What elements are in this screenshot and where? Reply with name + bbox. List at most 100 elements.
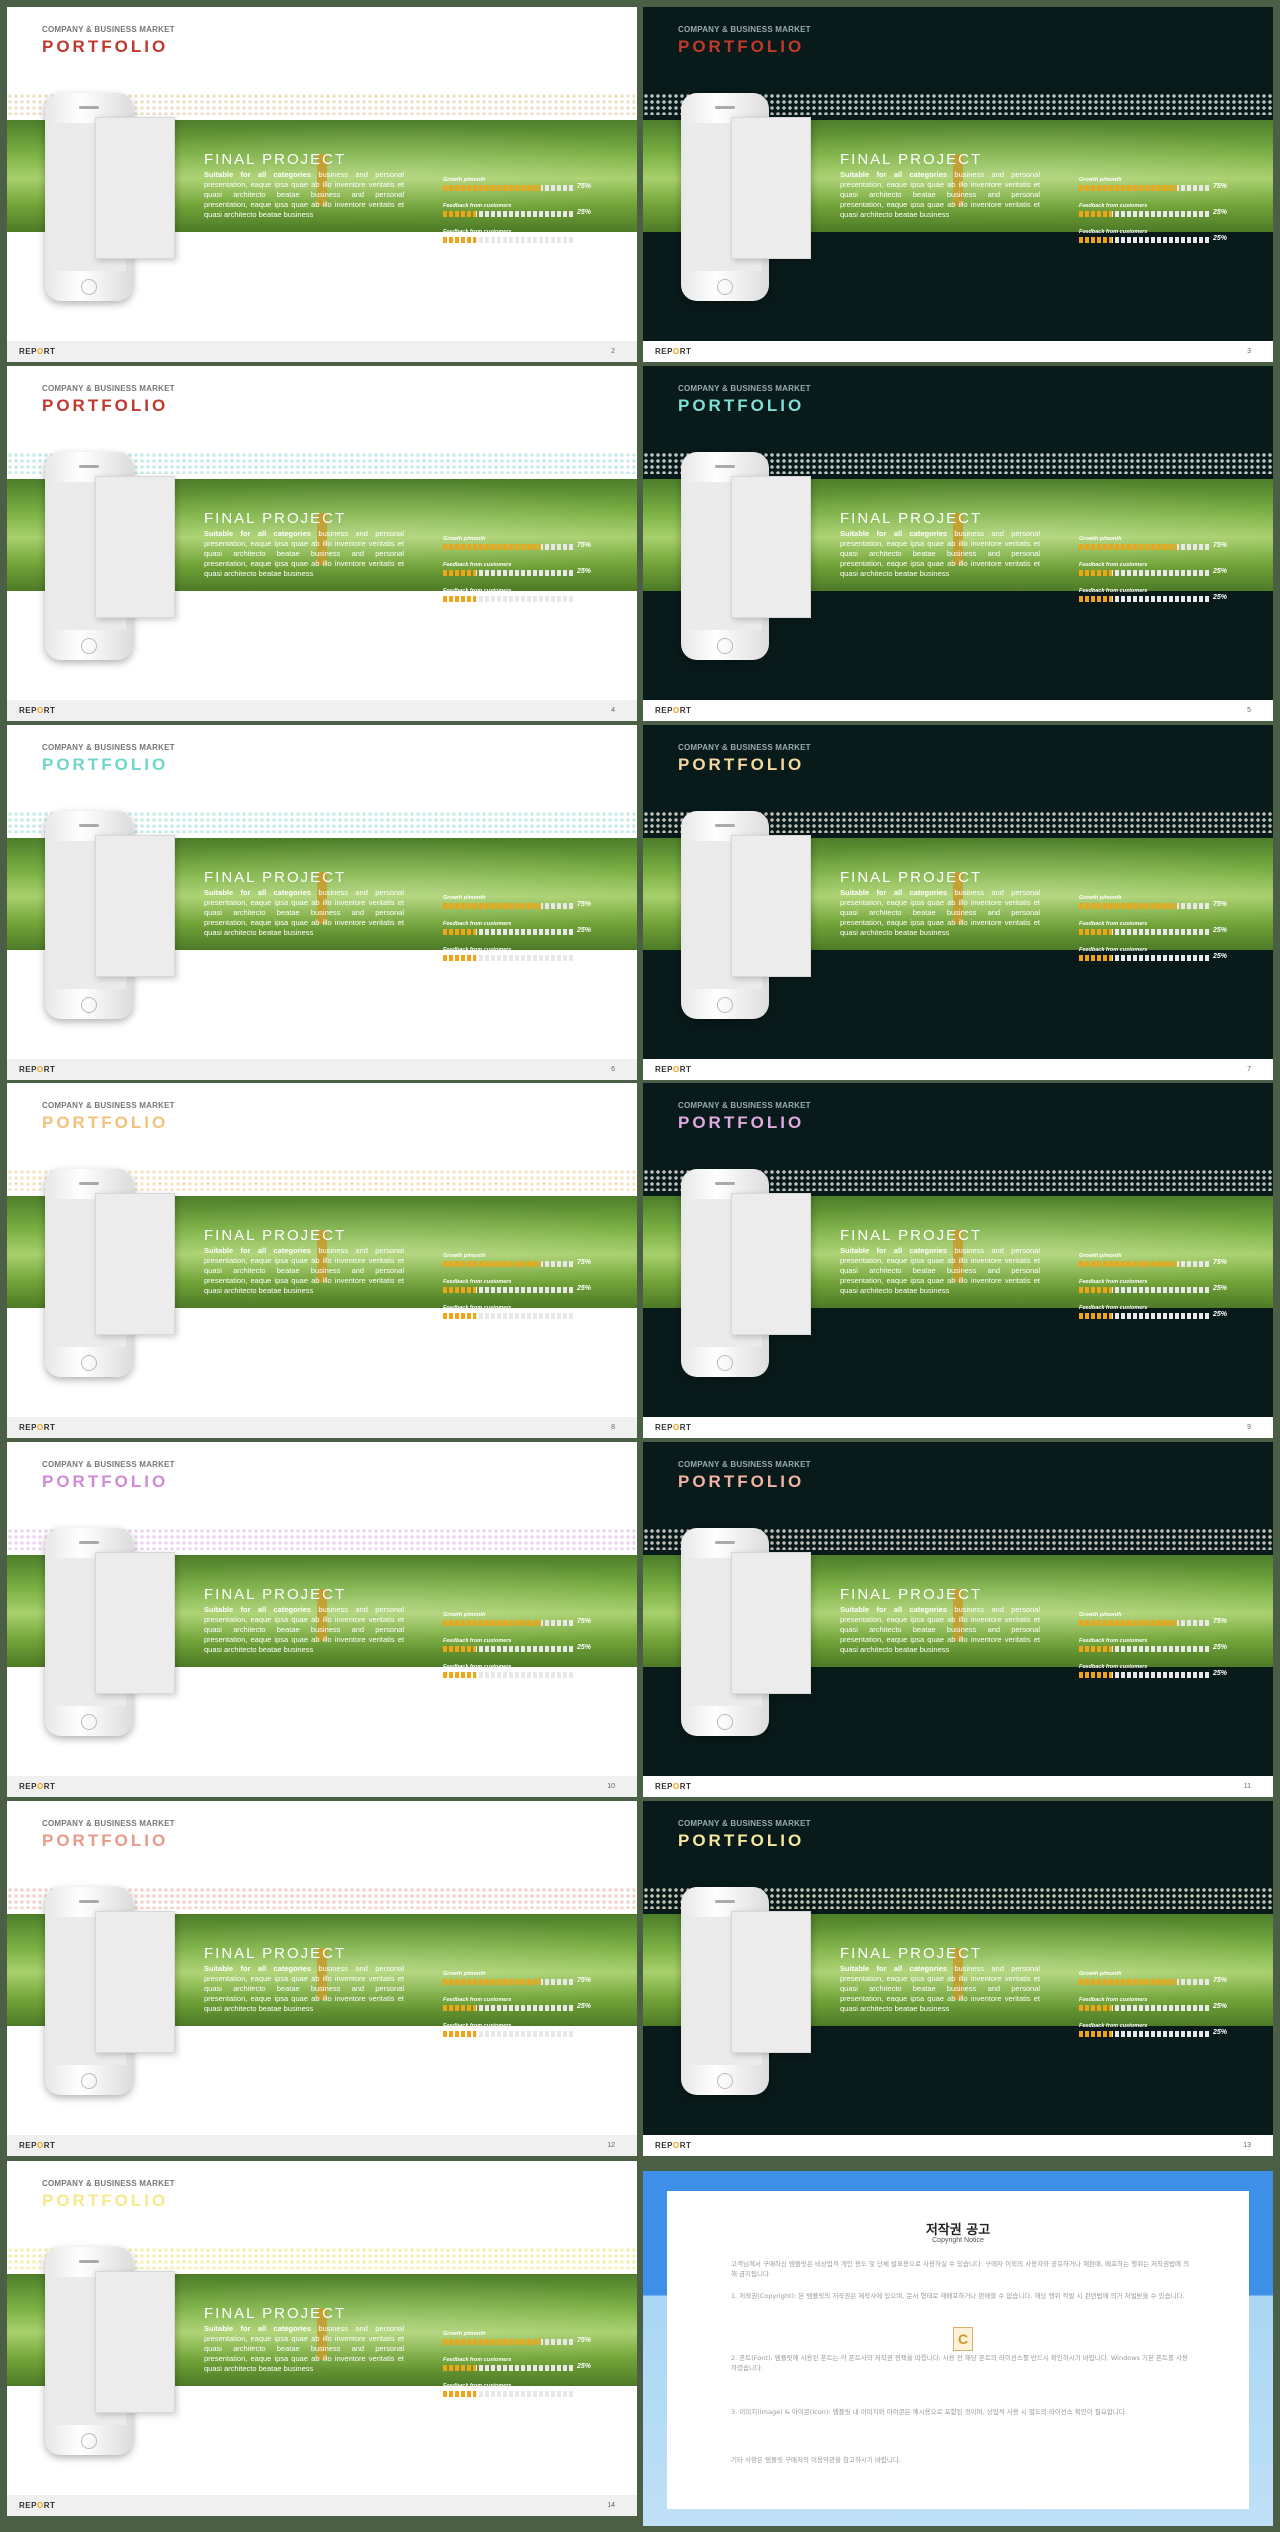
company-label: COMPANY & BUSINESS MARKET [42,1819,175,1828]
slide-11: COMPANY & BUSINESS MARKET PORTFOLIO FINA… [643,1442,1273,1797]
progress-value: 75% [577,2337,592,2344]
home-button-icon [717,1355,733,1371]
home-button-icon [81,1714,97,1730]
report-label: REPORT [655,1423,691,1432]
report-label: REPORT [655,2141,691,2150]
progress-fill [443,2005,476,2011]
bar-label: Feedback from customers [1079,1279,1148,1285]
speaker-icon [715,106,735,109]
progress-fill [443,570,476,576]
bar-label: Growth p/month [443,1253,486,1259]
report-o: O [36,706,44,715]
report-prefix: REP [655,1423,673,1432]
description-lead: Suitable for all categories [204,170,312,179]
copyright-logo-icon: C [953,2327,973,2351]
report-suffix: RT [43,706,56,715]
progress-fill [1079,237,1112,243]
progress-track [443,237,573,243]
copyright-paper: 저작권 공고 Copyright Notice 고객님께서 구매하신 템플릿은 … [667,2191,1249,2509]
report-label: REPORT [19,347,55,356]
progress-value: 25% [1213,2003,1228,2010]
bar-label: Feedback from customers [1079,203,1148,209]
page-number: 13 [1243,2142,1251,2149]
progress-value: 25% [577,2363,592,2370]
image-placeholder [95,1193,175,1335]
progress-track [1079,544,1209,550]
progress-track [443,2391,573,2397]
home-button-icon [81,2073,97,2089]
description-lead: Suitable for all categories [840,529,948,538]
progress-fill [443,1313,476,1319]
progress-fill [443,2031,476,2037]
progress-value: 75% [577,901,592,908]
progress-fill [1079,1672,1112,1678]
speaker-icon [79,465,99,468]
progress-track [443,570,573,576]
progress-value: 75% [1213,901,1228,908]
progress-value: 25% [1213,568,1228,575]
image-placeholder [731,835,811,977]
report-o: O [672,347,680,356]
report-o: O [36,1423,44,1432]
image-placeholder [95,117,175,259]
progress-value: 25% [1213,1670,1228,1677]
copyright-slide: 저작권 공고 Copyright Notice 고객님께서 구매하신 템플릿은 … [643,2171,1273,2526]
progress-value: 25% [577,2029,592,2036]
bar-label: Feedback from customers [1079,1664,1148,1670]
page-number: 9 [1247,1424,1251,1431]
bar-label: Feedback from customers [1079,229,1148,235]
progress-value: 25% [1213,1644,1228,1651]
description-lead: Suitable for all categories [204,1964,312,1973]
progress-track [443,1646,573,1652]
bar-label: Feedback from customers [443,921,512,927]
progress-value: 25% [577,927,592,934]
report-label: REPORT [19,2501,55,2510]
progress-fill [1079,1287,1112,1293]
slide-footer: REPORT 11 [643,1776,1273,1797]
report-prefix: REP [19,1065,37,1074]
image-placeholder [95,835,175,977]
progress-track [443,596,573,602]
bar-label: Growth p/month [1079,1253,1122,1259]
progress-value: 25% [1213,927,1228,934]
bar-label: Growth p/month [1079,1612,1122,1618]
company-label: COMPANY & BUSINESS MARKET [678,1460,811,1469]
report-o: O [36,2141,44,2150]
progress-value: 25% [577,953,592,960]
image-placeholder [731,1193,811,1335]
report-prefix: REP [19,1782,37,1791]
progress-track [443,903,573,909]
progress-fill [443,211,476,217]
progress-track [443,211,573,217]
report-prefix: REP [19,2141,37,2150]
report-prefix: REP [655,347,673,356]
report-prefix: REP [19,2501,37,2510]
bar-label: Growth p/month [443,1971,486,1977]
bar-label: Feedback from customers [1079,588,1148,594]
portfolio-title: PORTFOLIO [42,1831,169,1850]
portfolio-title: PORTFOLIO [678,1113,805,1132]
progress-fill [1079,903,1177,909]
progress-fill [1079,570,1112,576]
slide-footer: REPORT 3 [643,341,1273,362]
progress-track [443,1672,573,1678]
report-o: O [36,1065,44,1074]
speaker-icon [79,1541,99,1544]
project-description: Suitable for all categories business and… [204,1605,404,1655]
copyright-item-1: 1. 저작권(Copyright): 본 템플릿의 저작권은 제작사에 있으며,… [731,2292,1185,2300]
slide-footer: REPORT 2 [7,341,637,362]
image-placeholder [95,1911,175,2053]
report-prefix: REP [655,1782,673,1791]
progress-value: 25% [577,2003,592,2010]
company-label: COMPANY & BUSINESS MARKET [42,2179,175,2188]
slide-footer: REPORT 13 [643,2135,1273,2156]
progress-fill [1079,596,1112,602]
image-placeholder [731,1911,811,2053]
slide-footer: REPORT 6 [7,1059,637,1080]
project-description: Suitable for all categories business and… [204,529,404,579]
progress-track [1079,2031,1209,2037]
project-heading: FINAL PROJECT [840,1227,983,1244]
slide-2: COMPANY & BUSINESS MARKET PORTFOLIO FINA… [7,7,637,362]
bar-label: Feedback from customers [1079,921,1148,927]
project-description: Suitable for all categories business and… [840,888,1040,938]
